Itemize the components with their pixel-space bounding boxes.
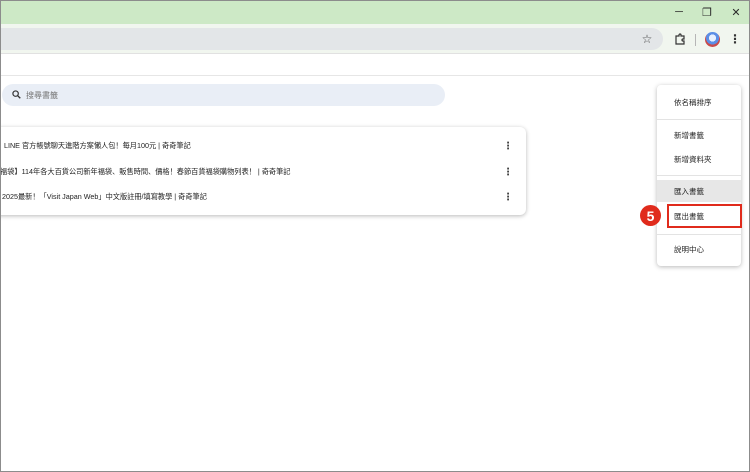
menu-divider [657,175,741,176]
bookmarks-menu: 依名稱排序 新增書籤 新增資料夾 匯入書籤 匯出書籤 說明中心 [657,85,741,266]
close-button[interactable]: ✕ [721,0,750,24]
step-badge: 5 [640,205,661,226]
menu-divider [657,234,741,235]
page-header-strip [0,54,750,76]
menu-item-sort-by-name[interactable]: 依名稱排序 [657,91,741,113]
search-icon [12,89,21,101]
list-item[interactable]: 2025最新！「Visit Japan Web」中文版註冊/填寫教學 | 奇奇筆… [0,184,526,210]
kebab-icon[interactable]: ⋮ [726,30,744,48]
search-box[interactable] [2,84,445,106]
bookmark-title[interactable]: LINE 官方帳號聊天進階方案懶人包！每月100元 | 奇奇筆記 [4,141,191,151]
minimize-button[interactable]: ─ [664,0,694,24]
browser-toolbar: ☆ ⋮ [0,24,750,54]
star-icon[interactable]: ☆ [639,31,655,47]
menu-item-help-center[interactable]: 說明中心 [657,238,741,260]
bookmark-title[interactable]: 福袋】114年各大百貨公司新年福袋、販售時間、價格！春節百貨福袋購物列表！ | … [0,167,290,177]
export-highlight-box [667,204,742,228]
puzzle-icon[interactable] [671,30,689,48]
restore-button[interactable]: ❐ [692,0,722,24]
profile-avatar[interactable] [703,30,721,48]
list-item[interactable]: 福袋】114年各大百貨公司新年福袋、販售時間、價格！春節百貨福袋購物列表！ | … [0,159,526,185]
more-options-icon[interactable]: ⋮ [502,141,514,152]
more-options-icon[interactable]: ⋮ [502,192,514,203]
menu-item-add-bookmark[interactable]: 新增書籤 [657,124,741,146]
address-bar[interactable]: ☆ [0,28,663,50]
menu-item-import-bookmarks[interactable]: 匯入書籤 [657,180,741,202]
bookmark-list: LINE 官方帳號聊天進階方案懶人包！每月100元 | 奇奇筆記 ⋮ 福袋】11… [0,127,526,215]
title-bar: ─ ❐ ✕ [0,0,750,24]
list-item[interactable]: LINE 官方帳號聊天進階方案懶人包！每月100元 | 奇奇筆記 ⋮ [0,133,526,159]
avatar-icon [704,31,720,47]
menu-divider [657,119,741,120]
menu-item-add-folder[interactable]: 新增資料夾 [657,148,741,170]
bookmark-title[interactable]: 2025最新！「Visit Japan Web」中文版註冊/填寫教學 | 奇奇筆… [2,192,207,202]
toolbar-separator [695,34,696,46]
search-input[interactable] [26,90,406,100]
more-options-icon[interactable]: ⋮ [502,167,514,178]
